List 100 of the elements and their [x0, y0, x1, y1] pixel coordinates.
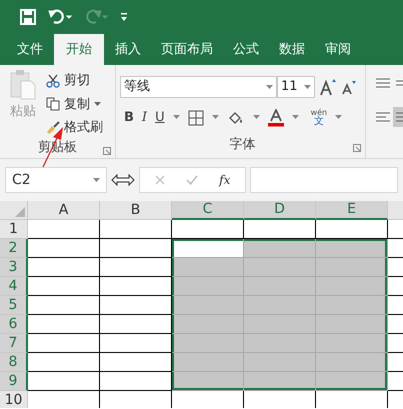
column-header[interactable]: A [28, 201, 100, 220]
table-cell[interactable] [100, 315, 172, 334]
table-cell[interactable] [244, 315, 316, 334]
table-cell[interactable] [316, 353, 388, 372]
caret-icon[interactable] [335, 115, 342, 120]
ribbon-tab[interactable]: 公式 [224, 34, 268, 65]
table-cell[interactable] [244, 239, 316, 258]
table-cell[interactable] [316, 296, 388, 315]
resize-handle-icon[interactable] [111, 174, 135, 186]
table-cell[interactable] [244, 220, 316, 239]
table-cell[interactable] [28, 239, 100, 258]
ribbon-tab[interactable]: 数据 [270, 34, 314, 65]
dialog-launcher-icon[interactable] [353, 144, 361, 152]
table-cell[interactable] [172, 239, 244, 258]
ribbon-tab[interactable]: 页面布局 [152, 34, 222, 65]
bold-button[interactable]: B [124, 108, 134, 128]
table-cell[interactable] [28, 277, 100, 296]
row-header[interactable]: 2 [0, 239, 28, 258]
table-cell[interactable] [100, 239, 172, 258]
row-header[interactable]: 4 [0, 277, 28, 296]
table-cell[interactable] [244, 296, 316, 315]
ribbon-tab[interactable]: 文件 [8, 34, 52, 65]
align-left-icon[interactable] [376, 107, 403, 127]
table-cell[interactable] [100, 334, 172, 353]
row-header[interactable]: 8 [0, 353, 28, 372]
row-header[interactable]: 10 [0, 391, 28, 408]
table-cell[interactable] [28, 315, 100, 334]
table-cell[interactable] [28, 220, 100, 239]
table-cell[interactable] [316, 258, 388, 277]
italic-button[interactable]: I [142, 108, 148, 128]
table-cell[interactable] [316, 277, 388, 296]
row-header[interactable]: 5 [0, 296, 28, 315]
table-cell[interactable] [316, 372, 388, 391]
ribbon-tab[interactable]: 审阅 [316, 34, 360, 65]
caret-icon[interactable] [252, 115, 260, 120]
table-cell[interactable] [172, 220, 244, 239]
format-painter-button[interactable]: 格式刷 [64, 118, 103, 138]
table-cell[interactable] [244, 353, 316, 372]
table-cell[interactable] [28, 296, 100, 315]
caret-icon[interactable] [292, 115, 299, 120]
name-box[interactable]: C2 [5, 167, 107, 193]
table-cell[interactable] [316, 334, 388, 353]
table-cell[interactable] [172, 258, 244, 277]
phonetic-guide-button[interactable]: wén [310, 108, 328, 117]
underline-button[interactable]: U [155, 108, 165, 128]
table-cell[interactable] [28, 372, 100, 391]
table-cell[interactable] [316, 315, 388, 334]
caret-icon[interactable] [212, 115, 219, 120]
table-cell[interactable] [172, 296, 244, 315]
table-cell[interactable] [28, 334, 100, 353]
copy-icon [46, 97, 60, 112]
cut-button[interactable]: 剪切 [64, 71, 90, 90]
table-cell[interactable] [316, 239, 388, 258]
font-color-icon[interactable] [268, 108, 284, 127]
table-cell[interactable] [244, 334, 316, 353]
fill-bucket-icon[interactable] [226, 110, 245, 126]
check-icon[interactable] [186, 175, 198, 185]
table-cell[interactable] [28, 258, 100, 277]
copy-button[interactable]: 复制 [64, 94, 90, 114]
align-top-icon[interactable] [376, 77, 403, 89]
row-header[interactable]: 1 [0, 220, 28, 239]
decrease-font-icon[interactable] [341, 79, 357, 95]
column-header[interactable]: C [172, 201, 244, 220]
formula-input[interactable] [250, 167, 398, 193]
caret-icon[interactable] [172, 115, 180, 120]
table-cell[interactable] [172, 353, 244, 372]
table-cell[interactable] [100, 372, 172, 391]
row-header[interactable]: 9 [0, 372, 28, 391]
column-header[interactable]: B [100, 201, 172, 220]
insert-function-button[interactable]: fx [219, 171, 230, 189]
save-icon[interactable] [20, 9, 36, 25]
table-cell[interactable] [100, 277, 172, 296]
table-cell[interactable] [100, 220, 172, 239]
row-header[interactable]: 6 [0, 315, 28, 334]
column-header[interactable]: D [244, 201, 316, 220]
column-header[interactable]: E [316, 201, 388, 220]
table-cell[interactable] [172, 315, 244, 334]
row-header[interactable]: 7 [0, 334, 28, 353]
caret-icon[interactable] [94, 102, 101, 107]
row-header[interactable]: 3 [0, 258, 28, 277]
table-cell[interactable] [244, 258, 316, 277]
undo-icon[interactable] [48, 9, 72, 25]
table-cell[interactable] [28, 353, 100, 372]
table-cell[interactable] [244, 277, 316, 296]
phonetic-guide-button[interactable]: 文 [314, 116, 324, 127]
scissors-icon [46, 74, 60, 88]
increase-font-icon[interactable] [319, 78, 337, 96]
customize-icon[interactable] [120, 12, 128, 22]
ribbon-tab[interactable]: 开始 [54, 34, 104, 65]
table-cell[interactable] [316, 220, 388, 239]
dialog-launcher-icon[interactable] [103, 147, 111, 155]
table-cell[interactable] [244, 372, 316, 391]
table-cell[interactable] [100, 296, 172, 315]
table-cell[interactable] [172, 334, 244, 353]
table-cell[interactable] [100, 353, 172, 372]
table-cell[interactable] [172, 277, 244, 296]
table-cell[interactable] [100, 258, 172, 277]
ribbon-tab[interactable]: 插入 [106, 34, 150, 65]
borders-icon[interactable] [188, 110, 204, 126]
table-cell[interactable] [172, 372, 244, 391]
